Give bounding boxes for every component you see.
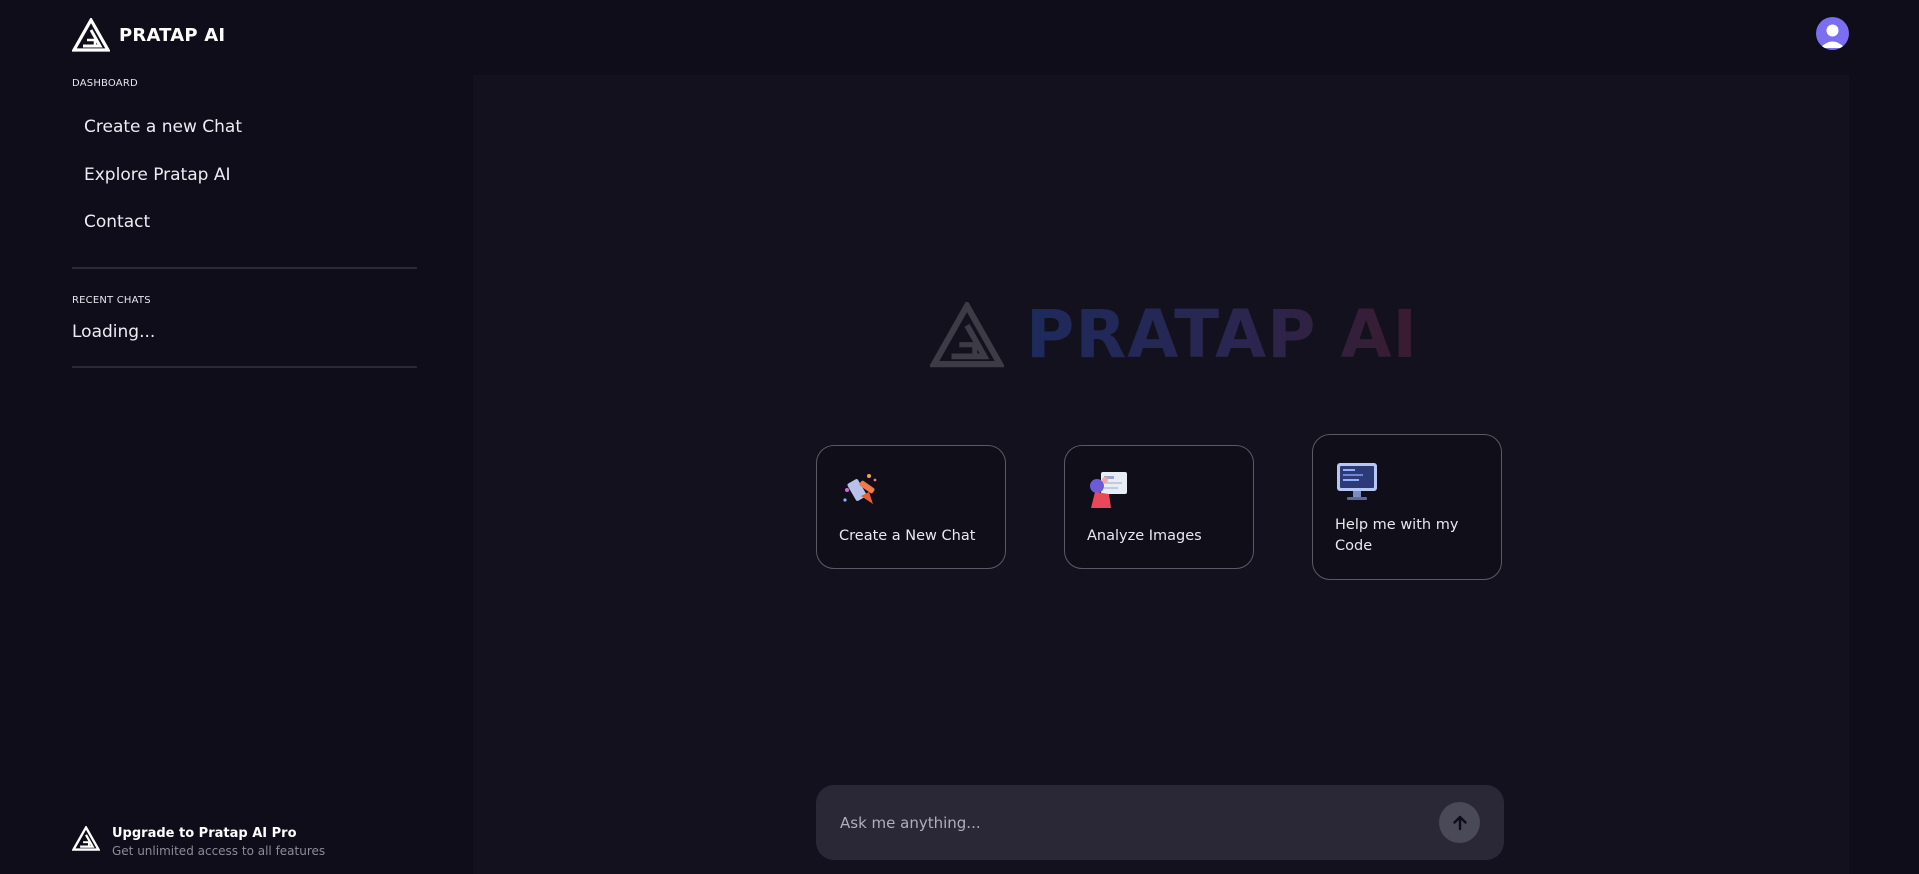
recent-chats-loading: Loading... xyxy=(72,322,156,342)
card-analyze-images[interactable]: Analyze Images xyxy=(1064,445,1254,569)
dashboard-label: DASHBOARD xyxy=(72,78,138,89)
send-button[interactable] xyxy=(1439,802,1480,843)
recent-chats-label: RECENT CHATS xyxy=(72,295,151,306)
card-label: Help me with my Code xyxy=(1335,517,1459,554)
hero-title: PRATAP AI xyxy=(1026,296,1419,373)
sidebar-divider xyxy=(72,366,417,368)
chat-input[interactable] xyxy=(838,805,1422,841)
user-avatar[interactable] xyxy=(1816,17,1849,50)
upgrade-subtitle: Get unlimited access to all features xyxy=(112,844,326,858)
image-analysis-icon xyxy=(1090,472,1127,508)
code-monitor-icon xyxy=(1337,463,1377,500)
logo-icon xyxy=(72,826,100,851)
card-label: Create a New Chat xyxy=(839,528,976,544)
hero-logo: PRATAP AI xyxy=(930,296,1418,373)
nav-create-chat[interactable]: Create a new Chat xyxy=(84,117,242,137)
logo-icon xyxy=(72,18,110,52)
arrow-up-icon xyxy=(1452,815,1467,830)
card-create-chat[interactable]: Create a New Chat xyxy=(816,445,1006,569)
card-code-help[interactable]: Help me with my Code xyxy=(1312,434,1502,580)
sidebar-divider xyxy=(72,267,417,269)
card-label: Analyze Images xyxy=(1087,528,1202,544)
brand-logo[interactable]: PRATAP AI xyxy=(72,18,225,52)
hero-logo-icon xyxy=(930,301,1004,367)
nav-explore[interactable]: Explore Pratap AI xyxy=(84,165,230,185)
nav-contact[interactable]: Contact xyxy=(84,212,150,232)
brand-name: PRATAP AI xyxy=(119,24,226,46)
rocket-chat-icon xyxy=(843,474,877,504)
user-icon xyxy=(1820,24,1845,48)
upgrade-title: Upgrade to Pratap AI Pro xyxy=(112,826,297,841)
upgrade-pro-link[interactable]: Upgrade to Pratap AI Pro Get unlimited a… xyxy=(72,826,325,858)
chat-input-bar xyxy=(816,785,1504,860)
